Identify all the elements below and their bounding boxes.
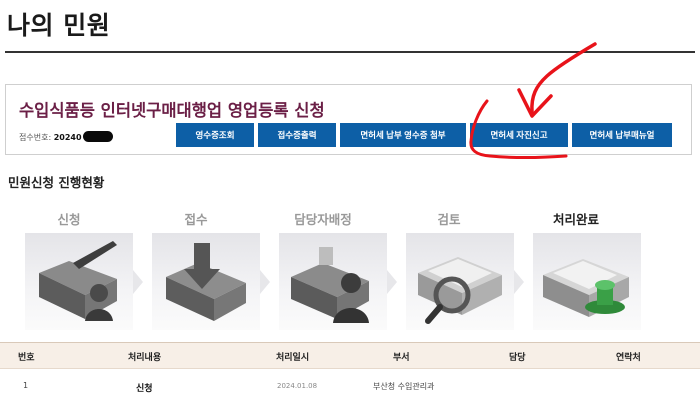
receipt-number-label: 접수번호:	[19, 133, 52, 142]
review-documents-magnifier-icon	[406, 233, 514, 330]
receipt-number-value: 20240	[53, 133, 82, 142]
cell-department: 부산청 수입관리과	[373, 382, 435, 391]
column-header-manager: 담당	[509, 353, 526, 363]
title-divider	[5, 51, 695, 53]
red-annotation	[469, 42, 597, 160]
step-label-apply: 신청	[57, 212, 81, 227]
step-label-receipt: 접수	[184, 212, 208, 227]
column-header-datetime: 처리일시	[276, 353, 310, 363]
license-tax-attach-button[interactable]: 면허세 납부 영수증 첨부	[340, 123, 466, 147]
assign-folder-person-icon	[279, 233, 387, 330]
cell-datetime: 2024.01.08	[277, 382, 318, 390]
column-header-contact: 연락처	[616, 353, 641, 363]
redaction-mark	[82, 131, 113, 142]
step-label-assign: 담당자배정	[294, 212, 352, 227]
complete-documents-stamp-icon	[533, 233, 641, 330]
progress-section-title: 민원신청 진행현황	[8, 175, 105, 190]
license-tax-self-report-button[interactable]: 면허세 자진신고	[470, 123, 568, 147]
application-card: 수입식품등 인터넷구매대행업 영업등록 신청 접수번호: 20240 영수증조회…	[5, 84, 692, 155]
license-tax-manual-button[interactable]: 면허세 납부매뉴얼	[572, 123, 672, 147]
step-label-complete: 처리완료	[552, 212, 599, 227]
step-arrow	[387, 270, 397, 294]
page-title: 나의 민원	[7, 11, 111, 40]
receipt-print-button[interactable]: 접수증출력	[258, 123, 336, 147]
step-label-review: 검토	[437, 212, 461, 227]
step-arrow	[133, 270, 143, 294]
cell-content: 신청	[136, 384, 153, 394]
column-header-department: 부서	[393, 353, 410, 363]
column-header-no: 번호	[18, 353, 35, 363]
step-arrow	[514, 270, 524, 294]
receipt-view-button[interactable]: 영수증조회	[176, 123, 254, 147]
step-arrow	[260, 270, 270, 294]
column-header-content: 처리내용	[128, 353, 162, 363]
application-name: 수입식품등 인터넷구매대행업 영업등록 신청	[19, 101, 325, 120]
receipt-folder-arrow-icon	[152, 233, 260, 330]
receipt-number: 접수번호: 20240	[19, 131, 113, 143]
cell-no: 1	[23, 381, 29, 390]
table-header-row	[0, 342, 700, 369]
application-folder-pen-icon	[25, 233, 133, 330]
